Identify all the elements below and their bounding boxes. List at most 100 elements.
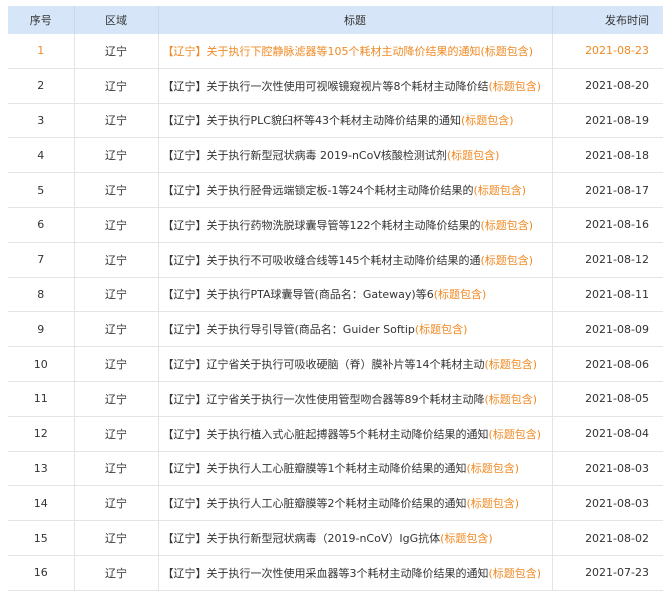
row-title-text: 【辽宁】关于执行药物洗脱球囊导管等122个耗材主动降价结果的 [162, 218, 481, 232]
row-title-text: 【辽宁】关于执行一次性使用采血器等3个耗材主动降价结果的通知 [162, 566, 489, 580]
row-date: 2021-08-09 [552, 311, 663, 348]
row-region: 辽宁 [74, 520, 159, 556]
row-title-tag: (标题包含) [480, 44, 534, 58]
row-title-text: 【辽宁】关于执行一次性使用可视喉镜窥视片等8个耗材主动降价结 [162, 79, 489, 93]
row-title-link[interactable]: 【辽宁】关于执行一次性使用采血器等3个耗材主动降价结果的通知(标题包含) [158, 555, 553, 591]
row-num: 13 [8, 451, 75, 487]
row-num: 3 [8, 103, 75, 139]
row-title-tag: (标题包含) [466, 497, 520, 511]
table-row[interactable]: 15 辽宁 【辽宁】关于执行新型冠状病毒（2019-nCoV）IgG抗体(标题包含)… [8, 520, 663, 556]
row-title-tag: (标题包含) [466, 462, 520, 476]
table-row[interactable]: 4 辽宁 【辽宁】关于执行新型冠状病毒 2019-nCoV核酸检测试剂(标题包含) 2… [8, 137, 663, 174]
row-date: 2021-07-23 [552, 555, 663, 591]
row-num: 7 [8, 242, 75, 278]
row-region: 辽宁 [74, 207, 159, 243]
table-row[interactable]: 1 辽宁 【辽宁】关于执行下腔静脉滤器等105个耗材主动降价结果的通知(标题包含) 2… [8, 34, 663, 69]
row-num: 9 [8, 311, 75, 348]
row-title-link[interactable]: 【辽宁】关于执行不可吸收缝合线等145个耗材主动降价结果的通(标题包含) [158, 242, 553, 278]
row-title-text: 【辽宁】关于执行PTA球囊导管(商品名：Gateway)等6 [162, 288, 434, 302]
table-row[interactable]: 13 辽宁 【辽宁】关于执行人工心脏瓣膜等1个耗材主动降价结果的通知(标题包含) 20… [8, 451, 663, 487]
table-row[interactable]: 8 辽宁 【辽宁】关于执行PTA球囊导管(商品名：Gateway)等6(标题包含) 2… [8, 277, 663, 313]
row-title-text: 【辽宁】关于执行下腔静脉滤器等105个耗材主动降价结果的通知 [162, 44, 481, 58]
row-num: 12 [8, 416, 75, 452]
row-region: 辽宁 [74, 68, 159, 104]
row-title-link[interactable]: 【辽宁】关于执行人工心脏瓣膜等2个耗材主动降价结果的通知(标题包含) [158, 485, 553, 522]
row-title-tag: (标题包含) [440, 532, 493, 546]
row-region: 辽宁 [74, 346, 159, 382]
row-date: 2021-08-20 [552, 68, 663, 104]
row-num: 2 [8, 68, 75, 104]
row-title-text: 【辽宁】辽宁省关于执行一次性使用管型吻合器等89个耗材主动降 [162, 392, 485, 406]
table-row[interactable]: 11 辽宁 【辽宁】辽宁省关于执行一次性使用管型吻合器等89个耗材主动降(标题包含)… [8, 381, 663, 417]
row-region: 辽宁 [74, 451, 159, 487]
row-title-link[interactable]: 【辽宁】关于执行一次性使用可视喉镜窥视片等8个耗材主动降价结(标题包含) [158, 68, 553, 104]
row-title-link[interactable]: 【辽宁】关于执行新型冠状病毒 2019-nCoV核酸检测试剂(标题包含) [158, 137, 553, 174]
row-title-link[interactable]: 【辽宁】关于执行导引导管(商品名：Guider Softip(标题包含) [158, 311, 553, 348]
header-date: 发布时间 [552, 6, 663, 34]
header-region: 区域 [74, 6, 159, 34]
table-row[interactable]: 5 辽宁 【辽宁】关于执行胫骨远端锁定板-1等24个耗材主动降价结果的(标题包含) 2… [8, 172, 663, 208]
row-title-tag: (标题包含) [488, 566, 542, 580]
row-date: 2021-08-23 [552, 34, 663, 69]
row-region: 辽宁 [74, 277, 159, 313]
row-region: 辽宁 [74, 137, 159, 174]
row-date: 2021-08-17 [552, 172, 663, 208]
row-title-link[interactable]: 【辽宁】关于执行胫骨远端锁定板-1等24个耗材主动降价结果的(标题包含) [158, 172, 553, 208]
row-date: 2021-08-03 [552, 451, 663, 487]
row-num: 8 [8, 277, 75, 313]
row-title-text: 【辽宁】关于执行人工心脏瓣膜等1个耗材主动降价结果的通知 [162, 462, 467, 476]
row-num: 10 [8, 346, 75, 382]
table-row[interactable]: 16 辽宁 【辽宁】关于执行一次性使用采血器等3个耗材主动降价结果的通知(标题包含)… [8, 555, 663, 591]
row-title-text: 【辽宁】辽宁省关于执行可吸收硬脑（脊）膜补片等14个耗材主动 [162, 358, 485, 372]
row-date: 2021-08-03 [552, 485, 663, 522]
table-row[interactable]: 2 辽宁 【辽宁】关于执行一次性使用可视喉镜窥视片等8个耗材主动降价结(标题包含) 2… [8, 68, 663, 104]
results-table-container: 序号 区域 标题 发布时间 1 辽宁 【辽宁】关于执行下腔静脉滤器等105个耗材主动… [8, 6, 663, 591]
table-row[interactable]: 12 辽宁 【辽宁】关于执行植入式心脏起搏器等5个耗材主动降价结果的通知(标题包含)… [8, 416, 663, 452]
row-title-text: 【辽宁】关于执行胫骨远端锁定板-1等24个耗材主动降价结果的 [162, 184, 474, 198]
table-row[interactable]: 10 辽宁 【辽宁】辽宁省关于执行可吸收硬脑（脊）膜补片等14个耗材主动(标题包含)… [8, 346, 663, 382]
row-num: 11 [8, 381, 75, 417]
row-title-link[interactable]: 【辽宁】关于执行新型冠状病毒（2019-nCoV）IgG抗体(标题包含) [158, 520, 553, 556]
row-date: 2021-08-04 [552, 416, 663, 452]
row-date: 2021-08-05 [552, 381, 663, 417]
row-title-link[interactable]: 【辽宁】关于执行药物洗脱球囊导管等122个耗材主动降价结果的(标题包含) [158, 207, 553, 243]
table-row[interactable]: 14 辽宁 【辽宁】关于执行人工心脏瓣膜等2个耗材主动降价结果的通知(标题包含) 20… [8, 485, 663, 522]
row-region: 辽宁 [74, 242, 159, 278]
row-region: 辽宁 [74, 555, 159, 591]
row-date: 2021-08-12 [552, 242, 663, 278]
row-region: 辽宁 [74, 103, 159, 139]
row-title-link[interactable]: 【辽宁】辽宁省关于执行可吸收硬脑（脊）膜补片等14个耗材主动(标题包含) [158, 346, 553, 382]
row-region: 辽宁 [74, 172, 159, 208]
row-date: 2021-08-16 [552, 207, 663, 243]
row-title-tag: (标题包含) [414, 323, 468, 337]
row-region: 辽宁 [74, 381, 159, 417]
row-title-tag: (标题包含) [488, 79, 542, 93]
table-row[interactable]: 7 辽宁 【辽宁】关于执行不可吸收缝合线等145个耗材主动降价结果的通(标题包含) 2… [8, 242, 663, 278]
row-num: 5 [8, 172, 75, 208]
row-title-link[interactable]: 【辽宁】关于执行植入式心脏起搏器等5个耗材主动降价结果的通知(标题包含) [158, 416, 553, 452]
row-region: 辽宁 [74, 416, 159, 452]
row-num: 1 [8, 34, 75, 69]
row-title-tag: (标题包含) [480, 253, 534, 267]
row-region: 辽宁 [74, 34, 159, 69]
row-title-link[interactable]: 【辽宁】关于执行人工心脏瓣膜等1个耗材主动降价结果的通知(标题包含) [158, 451, 553, 487]
table-row[interactable]: 3 辽宁 【辽宁】关于执行PLC貌臼杯等43个耗材主动降价结果的通知(标题包含) 20… [8, 103, 663, 139]
row-date: 2021-08-11 [552, 277, 663, 313]
row-title-tag: (标题包含) [480, 218, 534, 232]
row-num: 16 [8, 555, 75, 591]
row-title-tag: (标题包含) [488, 427, 542, 441]
row-title-link[interactable]: 【辽宁】辽宁省关于执行一次性使用管型吻合器等89个耗材主动降(标题包含) [158, 381, 553, 417]
row-title-tag: (标题包含) [433, 288, 487, 302]
row-title-link[interactable]: 【辽宁】关于执行PTA球囊导管(商品名：Gateway)等6(标题包含) [158, 277, 553, 313]
row-title-text: 【辽宁】关于执行导引导管(商品名：Guider Softip [162, 323, 415, 337]
row-date: 2021-08-06 [552, 346, 663, 382]
row-title-tag: (标题包含) [484, 392, 538, 406]
row-title-tag: (标题包含) [473, 184, 527, 198]
table-row[interactable]: 6 辽宁 【辽宁】关于执行药物洗脱球囊导管等122个耗材主动降价结果的(标题包含) 2… [8, 207, 663, 243]
row-title-link[interactable]: 【辽宁】关于执行PLC貌臼杯等43个耗材主动降价结果的通知(标题包含) [158, 103, 553, 139]
row-num: 6 [8, 207, 75, 243]
table-row[interactable]: 9 辽宁 【辽宁】关于执行导引导管(商品名：Guider Softip(标题包含) 2… [8, 311, 663, 348]
row-title-link[interactable]: 【辽宁】关于执行下腔静脉滤器等105个耗材主动降价结果的通知(标题包含) [158, 34, 553, 69]
row-date: 2021-08-02 [552, 520, 663, 556]
row-title-text: 【辽宁】关于执行新型冠状病毒 2019-nCoV核酸检测试剂 [162, 149, 447, 163]
